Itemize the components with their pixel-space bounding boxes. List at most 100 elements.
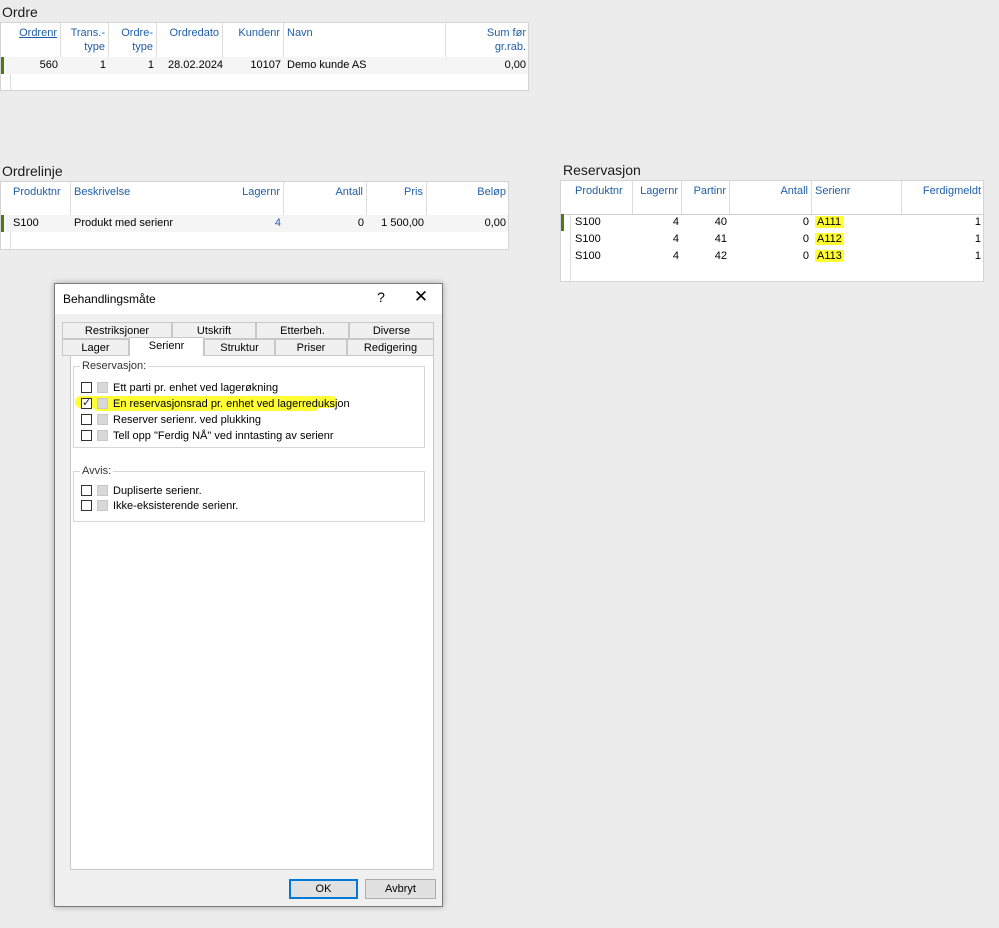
cell-produktnr: S100	[13, 217, 39, 229]
col-partinr[interactable]: Partinr	[682, 181, 730, 214]
checkbox-disabled	[97, 382, 108, 393]
table-row[interactable]: S100 4 42 0 A113 1	[561, 248, 983, 265]
table-row[interactable]: 560 1 1 28.02.2024 10107 Demo kunde AS 0…	[1, 57, 528, 74]
cell-ordredato: 28.02.2024	[168, 59, 224, 71]
cell-partinr: 40	[714, 216, 727, 228]
cell-partinr: 42	[714, 250, 727, 262]
col-lagernr[interactable]: Lagernr	[234, 182, 284, 215]
col-antall[interactable]: Antall	[730, 181, 812, 214]
cell-kundenr: 10107	[250, 59, 281, 71]
dialog-titlebar[interactable]: Behandlingsmåte ? ✕	[55, 284, 442, 314]
dialog-title: Behandlingsmåte	[63, 292, 156, 306]
reservasjon-group: Reservasjon: Ett parti pr. enhet ved lag…	[73, 360, 425, 448]
ordrelinje-grid[interactable]: Produktnr Beskrivelse Lagernr Antall Pri…	[0, 181, 509, 250]
serienr-tab-panel: Reservasjon: Ett parti pr. enhet ved lag…	[70, 355, 434, 870]
tab-serienr[interactable]: Serienr	[129, 337, 204, 356]
ordre-header: Ordrenr Trans.- type Ordre-type Ordredato…	[1, 23, 528, 58]
col-pris[interactable]: Pris	[367, 182, 427, 215]
reservasjon-grid[interactable]: Produktnr Lagernr Partinr Antall Serienr…	[560, 180, 984, 282]
checkbox[interactable]	[81, 414, 92, 425]
cell-ordre-type: 1	[147, 59, 154, 71]
col-ordredato[interactable]: Ordredato	[157, 23, 223, 57]
checkbox[interactable]	[81, 485, 92, 496]
cell-serienr: A113	[812, 248, 902, 265]
option-label: Reserver serienr. ved plukking	[113, 414, 261, 426]
cell-belop: 0,00	[484, 217, 506, 229]
tab-priser[interactable]: Priser	[275, 339, 347, 356]
cell-produktnr: S100	[575, 250, 601, 262]
avvis-group: Avvis: Dupliserte serienr. Ikke-eksister…	[73, 465, 425, 522]
col-belop[interactable]: Beløp	[427, 182, 509, 215]
cell-pris: 1 500,00	[381, 217, 424, 229]
highlight-mark: A112	[815, 233, 844, 245]
checkbox[interactable]	[81, 500, 92, 511]
ok-button[interactable]: OK	[289, 879, 358, 899]
cell-lagernr: 4	[672, 216, 679, 228]
cell-lagernr: 4	[274, 217, 281, 229]
cell-navn: Demo kunde AS	[287, 59, 367, 71]
tab-lager[interactable]: Lager	[62, 339, 129, 356]
col-serienr[interactable]: Serienr	[812, 181, 902, 214]
cell-ferdigmeldt: 1	[974, 250, 981, 262]
cell-serienr: A111	[812, 214, 902, 231]
option-label: En reservasjonsrad pr. enhet ved lagerre…	[113, 398, 350, 410]
behandlingsmate-dialog: Behandlingsmåte ? ✕ Restriksjoner Utskri…	[54, 283, 443, 907]
ordrelinje-title: Ordrelinje	[2, 163, 63, 179]
tab-struktur[interactable]: Struktur	[204, 339, 275, 356]
cell-sum: 0,00	[504, 59, 526, 71]
table-row[interactable]: S100 4 41 0 A112 1	[561, 231, 983, 248]
col-produktnr[interactable]: Produktnr	[572, 181, 633, 214]
tab-redigering[interactable]: Redigering	[347, 339, 434, 356]
ordre-title: Ordre	[2, 4, 38, 20]
current-row-marker	[1, 57, 4, 74]
cell-ferdigmeldt: 1	[974, 216, 981, 228]
reservasjon-title: Reservasjon	[563, 162, 641, 178]
option-label: Dupliserte serienr.	[113, 485, 202, 497]
highlight-mark: A111	[815, 216, 844, 228]
tab-diverse[interactable]: Diverse	[349, 322, 434, 339]
tab-etterbeh[interactable]: Etterbeh.	[256, 322, 349, 339]
col-lagernr[interactable]: Lagernr	[633, 181, 682, 214]
ordrelinje-header: Produktnr Beskrivelse Lagernr Antall Pri…	[1, 182, 508, 216]
table-row[interactable]: S100 Produkt med serienr 4 0 1 500,00 0,…	[1, 215, 508, 232]
col-antall[interactable]: Antall	[284, 182, 367, 215]
current-row-marker	[1, 215, 4, 232]
cell-serienr: A112	[812, 231, 902, 248]
checkbox-disabled	[97, 500, 108, 511]
option-label: Ikke-eksisterende serienr.	[113, 500, 239, 512]
checkbox-disabled	[97, 430, 108, 441]
col-navn[interactable]: Navn	[284, 23, 446, 57]
cell-antall: 0	[357, 217, 364, 229]
cell-produktnr: S100	[575, 216, 601, 228]
cell-produktnr: S100	[575, 233, 601, 245]
col-ordre-type[interactable]: Ordre-type	[109, 23, 157, 57]
col-ordrenr[interactable]: Ordrenr	[10, 23, 61, 57]
checkbox-disabled	[97, 398, 108, 409]
option-label: Tell opp "Ferdig NÅ" ved inntasting av s…	[113, 430, 334, 442]
col-trans-type[interactable]: Trans.- type	[61, 23, 109, 57]
col-ferdigmeldt[interactable]: Ferdigmeldt	[902, 181, 984, 214]
checkbox[interactable]	[81, 382, 92, 393]
checkbox-disabled	[97, 414, 108, 425]
cell-beskrivelse: Produkt med serienr	[74, 217, 174, 229]
cell-antall: 0	[802, 233, 809, 245]
help-icon[interactable]: ?	[373, 289, 389, 305]
ordre-grid[interactable]: Ordrenr Trans.- type Ordre-type Ordredato…	[0, 22, 529, 91]
current-row-marker	[561, 214, 564, 231]
cancel-button[interactable]: Avbryt	[365, 879, 436, 899]
reservasjon-header: Produktnr Lagernr Partinr Antall Serienr…	[561, 181, 983, 215]
col-sum[interactable]: Sum før gr.rab.	[446, 23, 529, 57]
cell-ferdigmeldt: 1	[974, 233, 981, 245]
table-row[interactable]: S100 4 40 0 A111 1	[561, 214, 983, 231]
checkbox[interactable]	[81, 396, 92, 410]
cell-antall: 0	[802, 250, 809, 262]
cell-lagernr: 4	[672, 250, 679, 262]
group-label: Avvis:	[80, 465, 114, 477]
close-icon[interactable]: ✕	[413, 287, 429, 307]
col-produktnr[interactable]: Produktnr	[10, 182, 71, 215]
checkbox[interactable]	[81, 430, 92, 441]
cell-antall: 0	[802, 216, 809, 228]
cell-ordrenr: 560	[39, 59, 58, 71]
col-kundenr[interactable]: Kundenr	[223, 23, 284, 57]
checkbox-disabled	[97, 485, 108, 496]
